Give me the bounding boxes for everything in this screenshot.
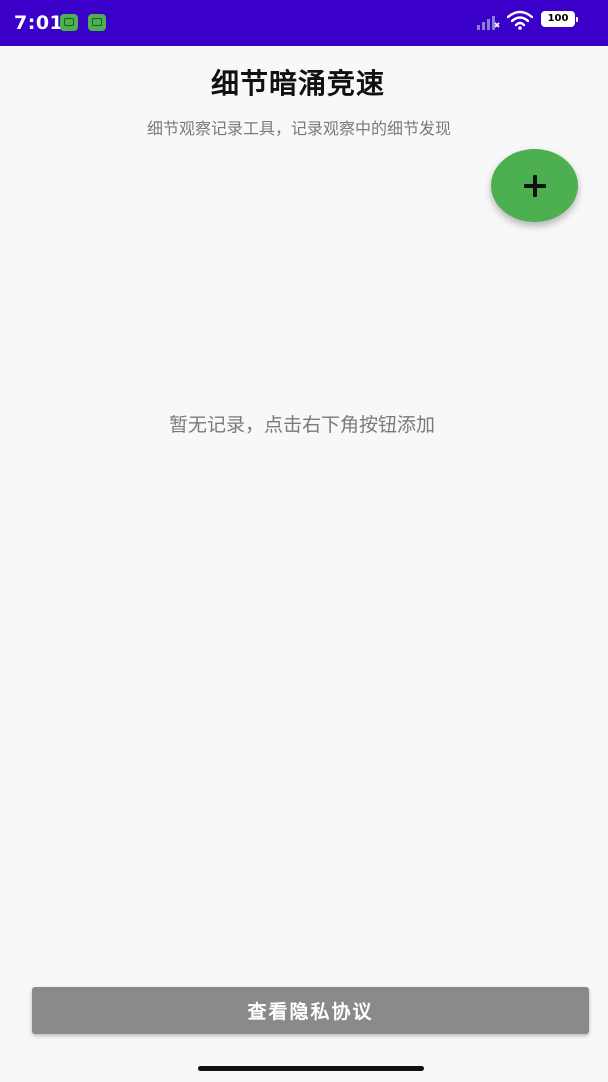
notification-app-icon (60, 14, 78, 31)
page-subtitle: 细节观察记录工具，记录观察中的细节发现 (146, 119, 451, 138)
plus-icon (523, 174, 546, 197)
page-title: 细节暗涌竞速 (210, 67, 385, 100)
battery-icon: 100 (541, 11, 578, 27)
app-screen: 7:01 100 细节暗涌竞速 细节观察记录工具，记录观察中的细节发现 暂无记录… (0, 0, 608, 1082)
add-record-button[interactable] (491, 149, 578, 222)
view-privacy-policy-button[interactable]: 查看隐私协议 (32, 987, 589, 1034)
empty-state-message: 暂无记录，点击右下角按钮添加 (168, 414, 435, 436)
status-bar: 7:01 100 (0, 0, 608, 46)
wifi-icon (507, 10, 533, 30)
signal-icon (477, 16, 500, 30)
notification-app-icon (88, 14, 106, 31)
home-indicator[interactable] (198, 1066, 424, 1071)
battery-level: 100 (547, 13, 569, 24)
status-time: 7:01 (14, 12, 64, 34)
